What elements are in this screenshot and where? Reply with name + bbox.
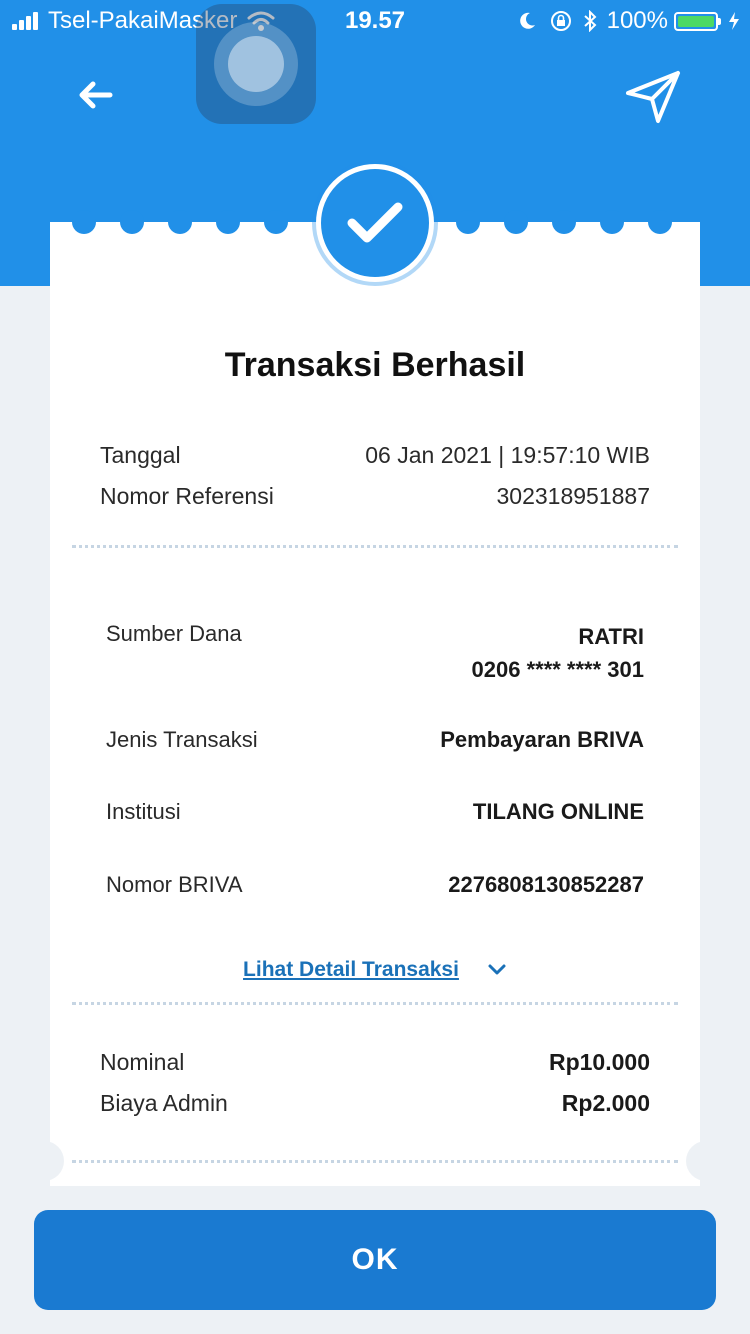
reference-value: 302318951887: [496, 483, 651, 509]
moon-icon: [519, 12, 535, 29]
nominal-label: Nominal: [100, 1049, 185, 1075]
chevron-down-icon[interactable]: [487, 963, 507, 977]
briva-number-row: Nomor BRIVA 2276808130852287: [106, 872, 644, 898]
ok-button[interactable]: OK: [34, 1210, 716, 1310]
view-detail-link[interactable]: Lihat Detail Transaksi: [0, 958, 750, 982]
transaction-type-row: Jenis Transaksi Pembayaran BRIVA: [106, 727, 644, 753]
receipt-scallop: [504, 210, 528, 234]
receipt-scallop: [120, 210, 144, 234]
transaction-type-label: Jenis Transaksi: [106, 727, 258, 752]
rotation-lock-icon: [550, 11, 571, 31]
bluetooth-icon: [583, 10, 597, 32]
assistive-touch-button[interactable]: [196, 4, 316, 124]
institution-label: Institusi: [106, 799, 181, 824]
admin-fee-label: Biaya Admin: [100, 1090, 228, 1116]
receipt-scallop: [552, 210, 576, 234]
nominal-value: Rp10.000: [548, 1049, 650, 1075]
dotted-divider: [72, 545, 678, 548]
reference-label: Nomor Referensi: [100, 483, 274, 509]
reference-row: Nomor Referensi 302318951887: [100, 483, 650, 510]
dotted-divider: [72, 1160, 678, 1163]
arrow-left-icon: [79, 81, 113, 109]
source-fund-name: RATRI: [578, 624, 644, 649]
charging-icon: [729, 12, 739, 30]
source-fund-row: Sumber Dana RATRI 0206 **** **** 301: [106, 621, 644, 686]
view-detail-label[interactable]: Lihat Detail Transaksi: [243, 958, 459, 982]
date-row: Tanggal 06 Jan 2021 | 19:57:10 WIB: [100, 442, 650, 469]
briva-number-label: Nomor BRIVA: [106, 872, 243, 897]
share-button[interactable]: [622, 66, 684, 128]
receipt-scallop: [264, 210, 288, 234]
battery-percent: 100%: [606, 7, 668, 34]
admin-fee-row: Biaya Admin Rp2.000: [100, 1090, 650, 1117]
checkmark-icon: [347, 202, 403, 243]
institution-row: Institusi TILANG ONLINE: [106, 799, 644, 825]
date-label: Tanggal: [100, 442, 181, 468]
back-button[interactable]: [70, 70, 120, 120]
battery-icon: [674, 11, 721, 31]
page-title: Transaksi Berhasil: [224, 346, 526, 384]
institution-value: TILANG ONLINE: [472, 799, 644, 824]
status-bar: Tsel-PakaiMasker 19.57 100%: [0, 0, 750, 40]
receipt-scallop: [216, 210, 240, 234]
briva-number-value: 2276808130852287: [448, 872, 644, 897]
success-badge: [316, 164, 434, 282]
receipt-notch-left: [24, 1141, 64, 1181]
date-value: 06 Jan 2021 | 19:57:10 WIB: [365, 442, 650, 468]
admin-fee-value: Rp2.000: [561, 1090, 650, 1116]
paper-plane-icon: [626, 71, 680, 123]
source-fund-account: 0206 **** **** 301: [471, 657, 644, 682]
receipt-scallop: [168, 210, 192, 234]
nominal-row: Nominal Rp10.000: [100, 1049, 650, 1076]
receipt-scallop: [648, 210, 672, 234]
dotted-divider: [72, 1002, 678, 1005]
receipt-scallop: [600, 210, 624, 234]
transaction-type-value: Pembayaran BRIVA: [440, 727, 644, 752]
source-fund-label: Sumber Dana: [106, 621, 242, 646]
receipt-scallop: [456, 210, 480, 234]
receipt-scallop: [72, 210, 96, 234]
receipt-notch-right: [686, 1141, 726, 1181]
